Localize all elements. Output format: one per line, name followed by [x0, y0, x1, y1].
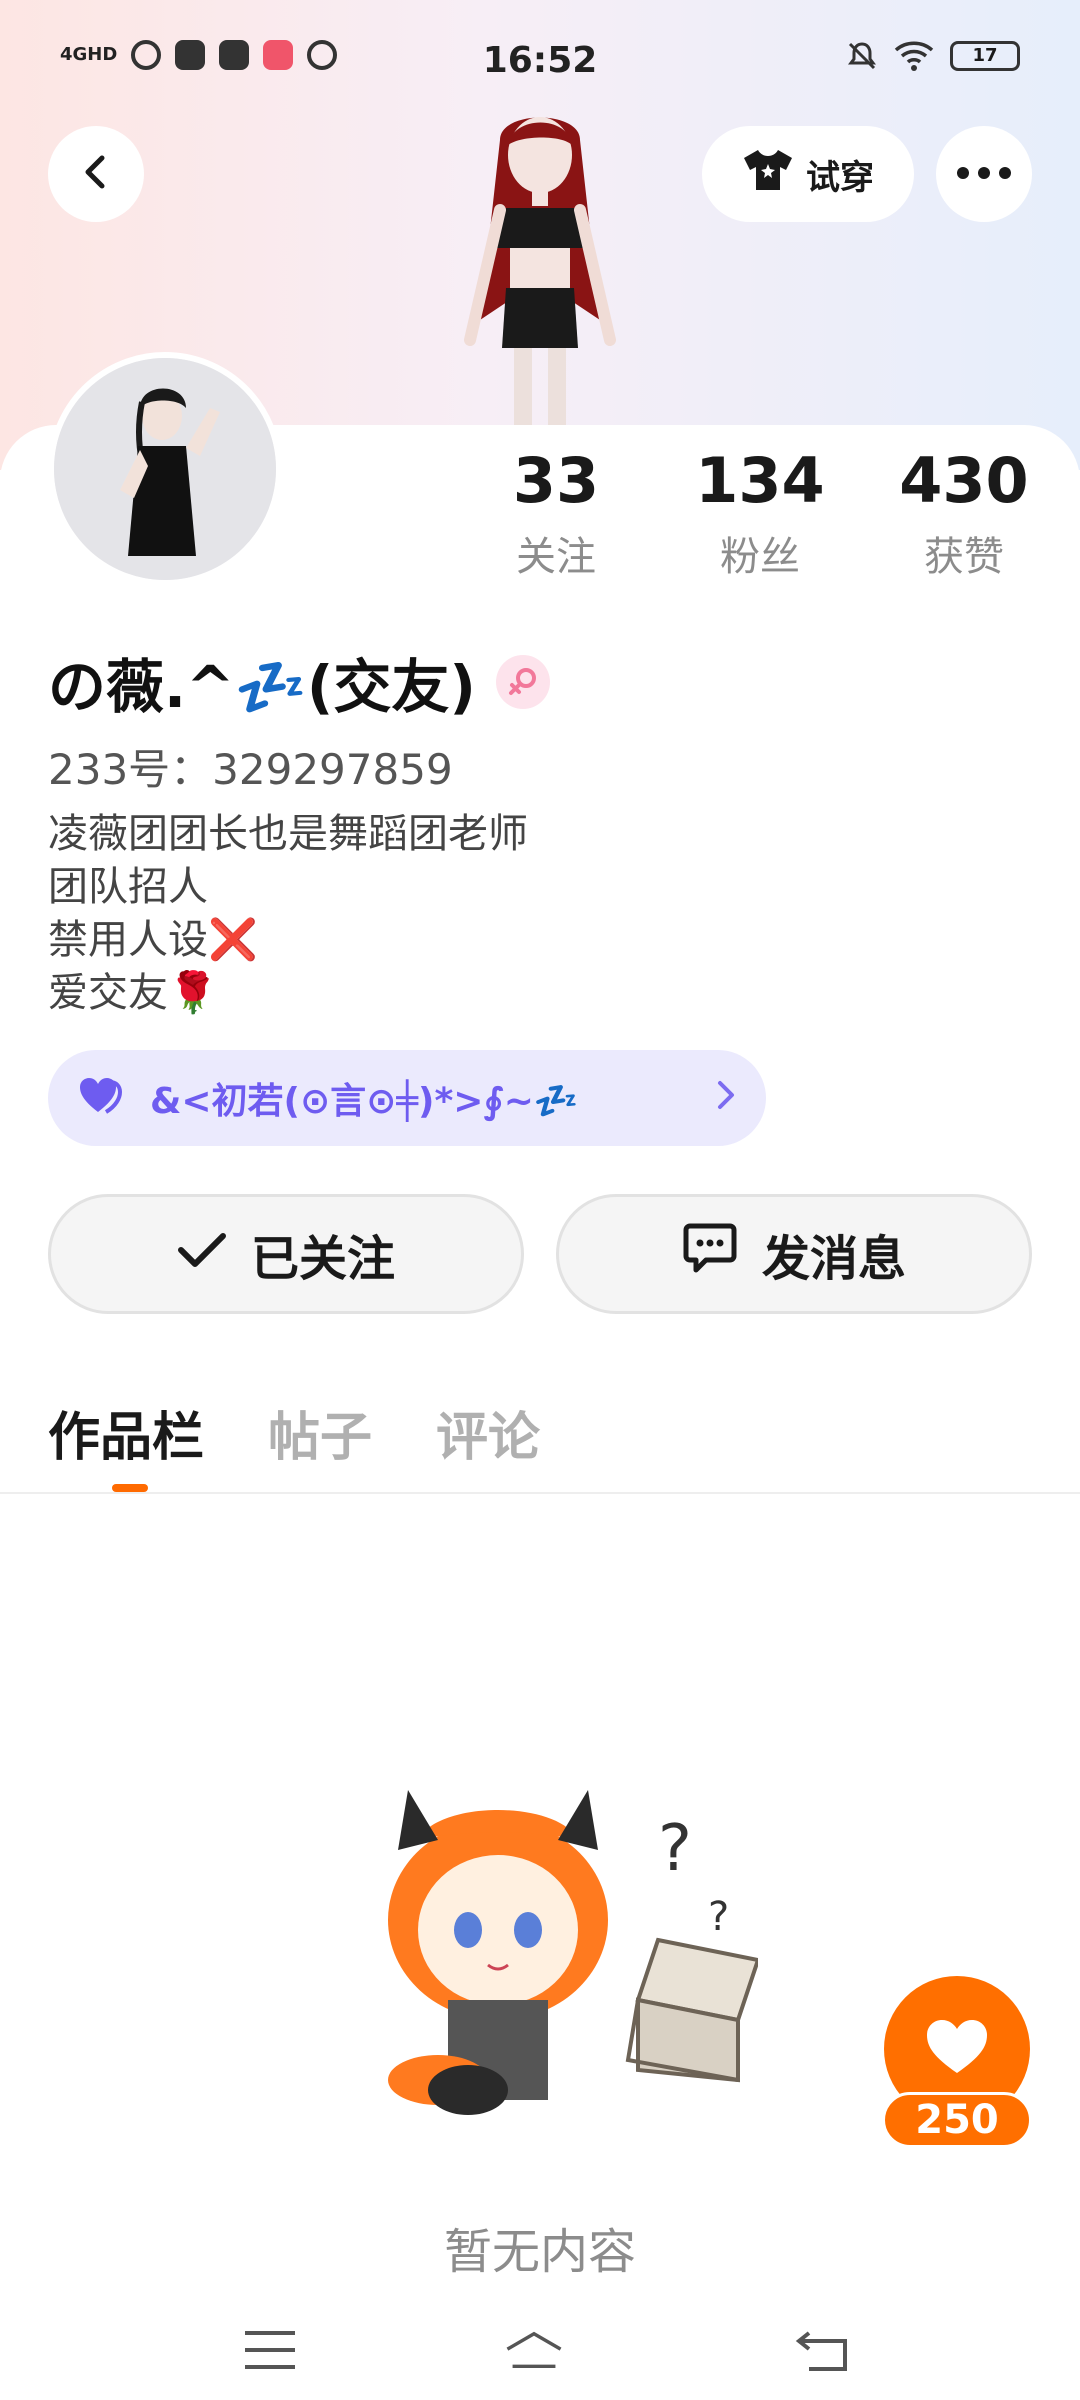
back-button[interactable]	[48, 126, 144, 222]
back-nav-icon[interactable]	[792, 2320, 852, 2380]
more-dots-icon	[956, 165, 1012, 184]
like-count: 250	[882, 2092, 1032, 2148]
stat-followers[interactable]: 134 粉丝	[660, 444, 860, 580]
chevron-left-icon	[76, 152, 116, 196]
wifi-icon	[894, 40, 934, 72]
tshirt-icon	[742, 148, 794, 201]
mute-icon	[846, 40, 878, 72]
heart-icon	[924, 2017, 990, 2081]
stat-likes-value: 430	[899, 444, 1029, 517]
username-row: の薇.^💤(交友)	[48, 640, 550, 724]
empty-state-text: 暂无内容	[443, 2224, 636, 2280]
battery-icon: 17	[950, 41, 1020, 71]
stat-followers-label: 粉丝	[720, 534, 800, 580]
send-message-button[interactable]: 发消息	[556, 1194, 1032, 1314]
following-label: 已关注	[250, 1231, 395, 1287]
tab-posts[interactable]: 帖子	[268, 1395, 372, 1470]
like-fab[interactable]: 250	[882, 1976, 1032, 2152]
female-gender-icon	[495, 655, 550, 709]
bio-line: 团队招人	[48, 864, 208, 910]
bio-line: 禁用人设❌	[48, 917, 258, 963]
stat-following-value: 33	[512, 444, 600, 517]
following-button[interactable]: 已关注	[48, 1194, 524, 1314]
heart-badge-icon	[78, 1076, 130, 1120]
avatar-3d-figure[interactable]	[430, 100, 650, 430]
profile-stats: 33 关注 134 粉丝 430 获赞	[0, 445, 1080, 585]
svg-text:?: ?	[708, 1894, 729, 1940]
profile-bio: 凌薇团团长也是舞蹈团老师 团队招人 禁用人设❌ 爱交友🌹	[48, 808, 528, 1020]
empty-state-illustration: ? ?	[358, 1750, 761, 2150]
user-id: 233号：329297859	[48, 745, 453, 794]
checkmark-icon	[177, 1226, 227, 1282]
home-icon[interactable]	[504, 2320, 564, 2380]
menu-icon[interactable]	[240, 2320, 300, 2380]
tab-comments[interactable]: 评论	[436, 1395, 540, 1470]
try-on-button[interactable]: 试穿	[702, 126, 914, 222]
status-right: 17	[846, 40, 1020, 72]
chevron-right-icon	[716, 1075, 736, 1121]
content-tabs: 作品栏 帖子 评论	[48, 1395, 540, 1470]
group-tag[interactable]: &<初若(⊙言⊙╪)*>∮~💤	[48, 1050, 766, 1146]
stat-likes-label: 获赞	[924, 534, 1004, 580]
bio-line: 凌薇团团长也是舞蹈团老师	[48, 811, 528, 857]
more-button[interactable]	[936, 126, 1032, 222]
group-tag-text: &<初若(⊙言⊙╪)*>∮~💤	[150, 1081, 579, 1122]
username: の薇.^💤(交友)	[48, 653, 476, 721]
send-message-label: 发消息	[761, 1231, 906, 1287]
stat-following[interactable]: 33 关注	[456, 444, 656, 580]
tab-works[interactable]: 作品栏	[48, 1395, 204, 1470]
bio-line: 爱交友🌹	[48, 970, 218, 1016]
stat-followers-value: 134	[695, 444, 825, 517]
try-on-label: 试穿	[806, 157, 874, 198]
active-tab-indicator	[112, 1484, 148, 1492]
tab-divider	[0, 1492, 1080, 1494]
system-nav-bar	[0, 2300, 1080, 2400]
chat-bubble-icon	[682, 1222, 738, 1286]
stat-following-label: 关注	[516, 534, 596, 580]
stat-likes[interactable]: 430 获赞	[864, 444, 1064, 580]
svg-text:?: ?	[658, 1812, 692, 1886]
